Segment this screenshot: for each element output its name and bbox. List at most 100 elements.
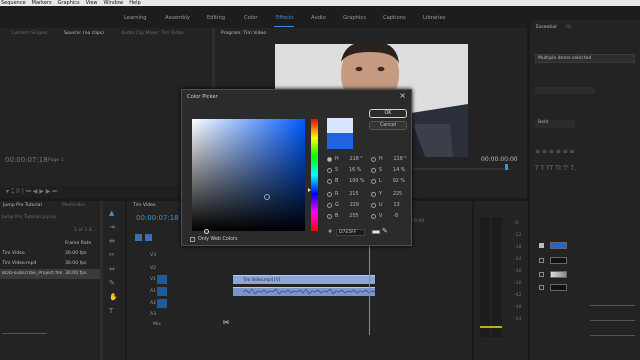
ripple-tool-icon[interactable]: ⇹ [109,237,115,245]
radio-v[interactable] [371,214,376,219]
fill-color-swatch[interactable] [550,242,567,249]
program-playhead-marker[interactable] [505,164,508,170]
hsl-s-row[interactable]: S 14 % [371,168,405,173]
track-v3[interactable]: V3 [150,253,156,258]
zoom-slider[interactable] [2,333,47,334]
hue-slider-caret[interactable] [308,188,311,192]
list-item[interactable]: Tim Video 30.00 fps [0,249,100,259]
program-timecode[interactable]: 00:00:00:00 [481,156,518,163]
list-item[interactable]: BDD-subscribe_Project file 30.00 fps [0,269,100,279]
source-controls-icon[interactable]: ▾ ⌶ ⌷ | ⏮ ◀ ▶ ▶ ⏭ [6,188,57,196]
track-a2-target[interactable] [157,299,167,308]
radio-hsl-h[interactable] [371,157,376,162]
shadow-opacity-slider[interactable] [590,305,635,306]
yuv-y-row[interactable]: Y 225 [371,192,402,197]
timeline-playhead[interactable] [369,245,370,335]
stroke-checkbox[interactable] [539,258,544,263]
shadow-color-swatch[interactable] [550,284,567,291]
workspace-effects[interactable]: Effects [276,15,294,21]
background-color-swatch[interactable] [550,271,567,278]
eyedropper-icon[interactable]: ✎ [382,227,388,235]
rgb-g-row[interactable]: G 229 [327,203,359,208]
selection-tool-icon[interactable]: ▲ [109,209,114,217]
only-web-colors-checkbox[interactable] [190,237,195,242]
tab-timeline[interactable]: Tim Video [133,203,156,208]
track-v2[interactable]: V2 [150,266,156,271]
ok-button[interactable]: OK [369,109,407,118]
tab-project[interactable]: Jump Pro Tutorial [3,203,42,208]
rgb-r-row[interactable]: R 215 [327,192,359,197]
slip-tool-icon[interactable]: ⇔ [109,265,115,273]
tab-program[interactable]: Program: Tim Video [221,31,266,36]
only-web-colors-option[interactable]: Only Web Colors [190,237,238,242]
track-v1-target[interactable] [157,275,167,284]
hand-tool-icon[interactable]: ✋ [109,293,118,301]
text-format-icons[interactable]: T T TT Tt T' T, [535,165,635,172]
radio-r[interactable] [327,192,332,197]
workspace-color[interactable]: Color [244,15,258,21]
track-a1[interactable]: A1 [150,289,156,294]
yuv-v-row[interactable]: V -8 [371,214,398,219]
radio-g[interactable] [327,203,332,208]
video-clip-v1[interactable]: Tim Video.mp4 [V] [233,275,375,284]
snap-button[interactable] [135,234,142,241]
radio-y[interactable] [371,192,376,197]
hsl-h-row[interactable]: H 218 ° [371,157,407,162]
align-icons[interactable]: ≡ ≡ ≡ ≡ ≡ ≡ [535,148,635,155]
shadow-checkbox[interactable] [539,285,544,290]
workspace-assembly[interactable]: Assembly [165,15,190,21]
track-a3[interactable]: A3 [150,312,156,317]
workspace-audio[interactable]: Audio [311,15,326,21]
source-timecode[interactable]: 00:00:07:18 [5,156,48,164]
shadow-angle-slider[interactable] [590,320,635,321]
radio-rgb-b[interactable] [327,214,332,219]
radio-hsl-l[interactable] [371,179,376,184]
fill-checkbox[interactable] [539,243,544,248]
program-scrub-bar[interactable] [410,168,510,170]
color-field-cursor[interactable] [264,194,270,200]
linked-selection-button[interactable] [145,234,152,241]
hex-input[interactable]: D7E5FF [336,229,365,236]
audio-clip-a1[interactable] [233,287,375,296]
shadow-distance-slider[interactable] [590,335,635,336]
radio-h[interactable] [327,157,332,162]
type-tool-icon[interactable]: T [109,307,113,315]
track-v1[interactable]: V1 [150,277,156,282]
radio-hsl-s[interactable] [371,168,376,173]
close-icon[interactable]: × [399,91,406,100]
timeline-timecode[interactable]: 00:00:07:18 [136,214,179,222]
track-select-tool-icon[interactable]: ⇥ [109,223,115,231]
yuv-u-row[interactable]: U 13 [371,203,400,208]
font-family-dropdown[interactable] [535,87,595,94]
original-color-swatch[interactable] [327,133,353,149]
list-item[interactable]: Tim Video.mp4 30.00 fps [0,259,100,269]
cancel-button[interactable]: Cancel [369,121,407,130]
tab-essential-graphics-suffix[interactable]: Gr [566,25,571,30]
radio-b[interactable] [327,179,332,184]
hsb-b-row[interactable]: B 100 % [327,179,365,184]
hsb-h-row[interactable]: H 218 ° [327,157,363,162]
workspace-learning[interactable]: Learning [124,15,147,21]
track-a2[interactable]: A2 [150,301,156,306]
workspace-libraries[interactable]: Libraries [423,15,445,21]
rgb-b-row[interactable]: B 255 [327,214,358,219]
track-mix[interactable]: Mix [153,322,161,327]
workspace-graphics[interactable]: Graphics [343,15,366,21]
razor-tool-icon[interactable]: ✂ [109,251,115,259]
source-fit-dropdown[interactable]: Page 1 [48,158,64,163]
tab-lumetri-scopes[interactable]: Lumetri Scopes [12,31,48,36]
pen-tool-icon[interactable]: ✎ [109,279,115,287]
background-checkbox[interactable] [539,272,544,277]
radio-u[interactable] [371,203,376,208]
hsb-s-row[interactable]: S 16 % [327,168,361,173]
workspace-captions[interactable]: Captions [383,15,406,21]
tab-media-browser[interactable]: Media Bro [62,203,85,208]
saturation-brightness-field[interactable] [192,119,305,231]
hue-slider[interactable] [311,119,318,231]
tab-source[interactable]: Source: (no clips) [64,31,104,36]
workspace-editing[interactable]: Editing [207,15,225,21]
stroke-color-swatch[interactable] [550,257,567,264]
tab-audio-clip-mixer[interactable]: Audio Clip Mixer: Tim Video [121,31,184,36]
hsl-l-row[interactable]: L 92 % [371,179,405,184]
mix-level-icon[interactable]: ⋈ [223,319,229,326]
